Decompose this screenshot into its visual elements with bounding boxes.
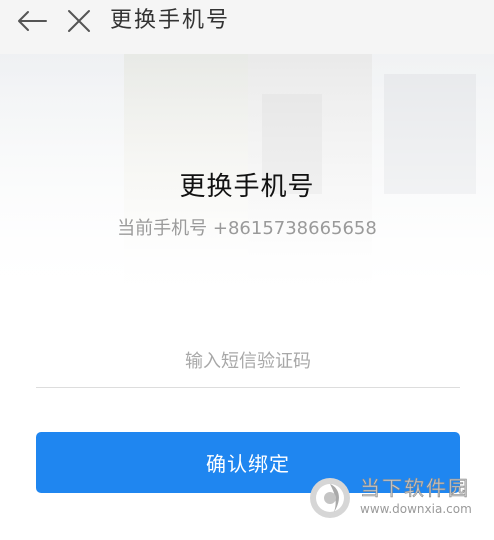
banner: 更换手机号 当前手机号 +8615738665658 [0, 54, 494, 304]
confirm-bind-button[interactable]: 确认绑定 [36, 432, 460, 493]
page-title: 更换手机号 [110, 8, 231, 33]
top-bar: 更换手机号 [0, 0, 494, 54]
close-icon[interactable] [66, 8, 92, 34]
arrow-left-icon[interactable] [16, 9, 48, 33]
banner-title: 更换手机号 [179, 172, 315, 202]
watermark-url: www.downxia.com [360, 502, 472, 516]
current-phone-label: 当前手机号 +8615738665658 [117, 218, 377, 239]
sms-code-input[interactable] [36, 336, 460, 388]
